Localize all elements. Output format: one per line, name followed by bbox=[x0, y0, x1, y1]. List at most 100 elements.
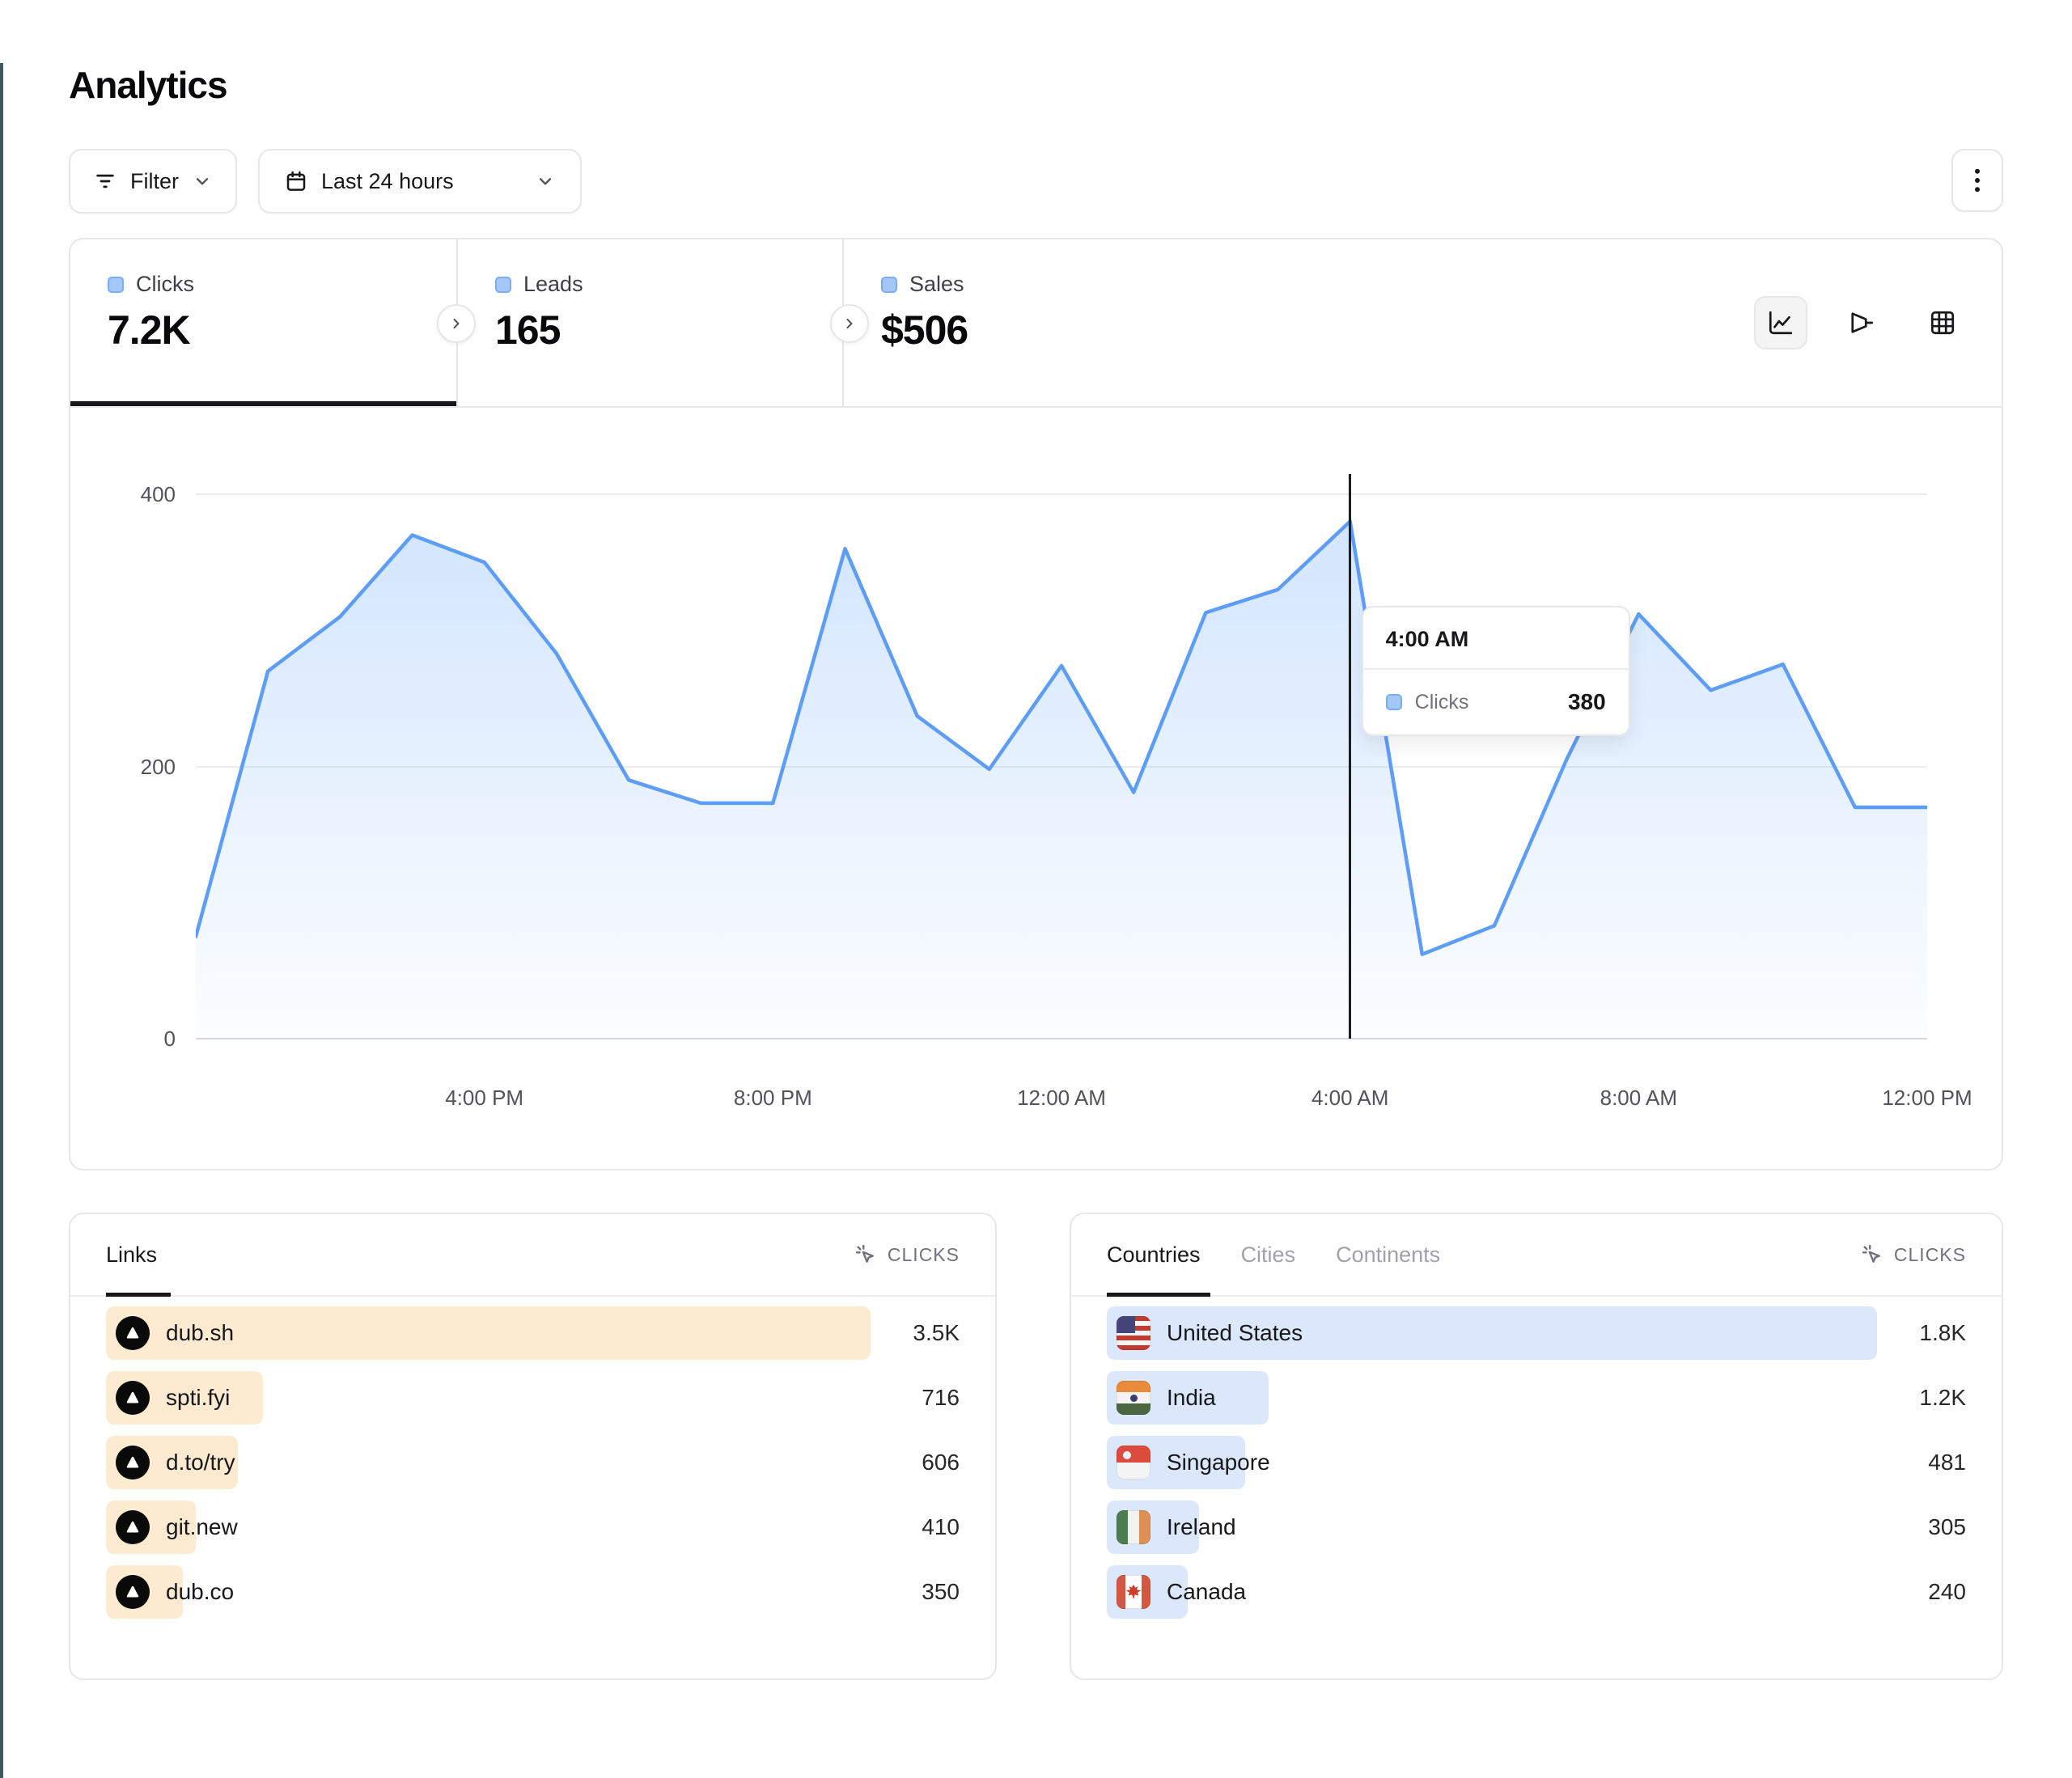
country-row[interactable]: Canada 240 bbox=[1107, 1565, 1966, 1619]
toolbar: Filter Last 24 hours bbox=[69, 149, 2003, 214]
stat-tab-sales[interactable]: Sales $506 bbox=[842, 239, 1228, 406]
row-value: 410 bbox=[871, 1514, 960, 1540]
date-range-button[interactable]: Last 24 hours bbox=[258, 149, 582, 214]
row-label: Singapore bbox=[1167, 1450, 1270, 1475]
row-value: 481 bbox=[1877, 1450, 1966, 1475]
link-row[interactable]: d.to/try 606 bbox=[106, 1436, 960, 1489]
stat-tab-clicks[interactable]: Clicks 7.2K bbox=[70, 239, 456, 406]
country-row[interactable]: India 1.2K bbox=[1107, 1371, 1966, 1425]
tab-links[interactable]: Links bbox=[106, 1242, 157, 1268]
metric-label: CLICKS bbox=[1894, 1244, 1966, 1266]
chart-tooltip: 4:00 AM Clicks 380 bbox=[1362, 606, 1630, 736]
x-axis-label: 4:00 PM bbox=[445, 1086, 523, 1111]
country-row[interactable]: United States 1.8K bbox=[1107, 1306, 1966, 1360]
line-chart-view-button[interactable] bbox=[1754, 296, 1807, 349]
leads-legend-swatch bbox=[495, 277, 511, 293]
funnel-chart-view-button[interactable] bbox=[1835, 296, 1888, 349]
link-row[interactable]: dub.co 350 bbox=[106, 1565, 960, 1619]
stat-value: $506 bbox=[881, 307, 1228, 353]
link-row[interactable]: dub.sh3.5K bbox=[106, 1306, 960, 1360]
stat-value: 7.2K bbox=[108, 307, 456, 353]
cursor-click-icon bbox=[1860, 1242, 1884, 1267]
sales-legend-swatch bbox=[881, 277, 897, 293]
x-axis-label: 8:00 AM bbox=[1600, 1086, 1677, 1111]
area-fill bbox=[196, 522, 1927, 1039]
row-value: 1.8K bbox=[1877, 1320, 1966, 1346]
table-grid-icon bbox=[1928, 308, 1957, 337]
dub-logo-icon bbox=[116, 1381, 150, 1415]
tooltip-series-label: Clicks bbox=[1415, 691, 1469, 714]
row-label: dub.co bbox=[166, 1579, 234, 1605]
tooltip-time-label: 4:00 AM bbox=[1363, 607, 1629, 670]
cursor-click-icon bbox=[854, 1242, 878, 1267]
chart-view-switcher bbox=[1754, 239, 1969, 406]
tab-cities[interactable]: Cities bbox=[1241, 1242, 1296, 1268]
stat-label: Sales bbox=[909, 272, 964, 297]
row-label: d.to/try bbox=[166, 1450, 235, 1475]
stat-label: Clicks bbox=[136, 272, 194, 297]
row-value: 305 bbox=[1877, 1514, 1966, 1540]
active-stat-underline bbox=[70, 401, 456, 406]
next-stat-chevron-button[interactable] bbox=[830, 304, 869, 343]
dub-logo-icon bbox=[116, 1510, 150, 1544]
ie-flag-icon bbox=[1117, 1510, 1150, 1544]
x-axis-label: 4:00 AM bbox=[1311, 1086, 1388, 1111]
countries-panel-header: Countries Cities Continents CLICKS bbox=[1071, 1214, 2002, 1297]
y-axis-label: 0 bbox=[103, 1026, 176, 1052]
chart-plot bbox=[196, 494, 1927, 1039]
table-view-button[interactable] bbox=[1916, 296, 1969, 349]
link-row[interactable]: git.new 410 bbox=[106, 1501, 960, 1554]
us-flag-icon bbox=[1117, 1316, 1150, 1350]
dub-logo-icon bbox=[116, 1446, 150, 1480]
dub-logo-icon bbox=[116, 1575, 150, 1609]
tab-continents[interactable]: Continents bbox=[1336, 1242, 1440, 1268]
countries-active-tab-underline bbox=[1107, 1293, 1210, 1297]
filter-button[interactable]: Filter bbox=[69, 149, 237, 214]
window-edge-divider bbox=[0, 63, 3, 1778]
stats-tab-row: Clicks 7.2K Leads 165 Sales $506 bbox=[70, 239, 2002, 408]
ca-flag-icon bbox=[1117, 1575, 1150, 1609]
metric-label: CLICKS bbox=[888, 1244, 960, 1266]
links-panel-header: Links CLICKS bbox=[70, 1214, 995, 1297]
tooltip-legend-swatch bbox=[1386, 694, 1402, 710]
country-row[interactable]: Ireland 305 bbox=[1107, 1501, 1966, 1554]
country-row[interactable]: Singapore 481 bbox=[1107, 1436, 1966, 1489]
row-value: 606 bbox=[871, 1450, 960, 1475]
tab-countries[interactable]: Countries bbox=[1107, 1242, 1201, 1268]
countries-metric-toggle[interactable]: CLICKS bbox=[1860, 1242, 1966, 1267]
page-title: Analytics bbox=[69, 63, 2003, 107]
y-axis-label: 400 bbox=[103, 481, 176, 507]
clicks-legend-swatch bbox=[108, 277, 124, 293]
line-chart-icon bbox=[1766, 308, 1795, 337]
row-label: Ireland bbox=[1167, 1514, 1236, 1540]
clicks-area-chart[interactable]: 0200400 4:00 AM Clicks 380 4:00 PM8:00 P… bbox=[70, 408, 2002, 1171]
chevron-down-icon bbox=[192, 171, 213, 192]
row-label: git.new bbox=[166, 1514, 238, 1540]
y-axis-label: 200 bbox=[103, 754, 176, 780]
tooltip-series-value: 380 bbox=[1568, 689, 1606, 715]
link-row[interactable]: spti.fyi 716 bbox=[106, 1371, 960, 1425]
chevron-down-icon bbox=[535, 171, 556, 192]
row-value: 716 bbox=[871, 1385, 960, 1411]
kebab-menu-icon bbox=[1965, 164, 1989, 197]
row-label: India bbox=[1167, 1385, 1216, 1411]
row-value: 1.2K bbox=[1877, 1385, 1966, 1411]
row-value: 240 bbox=[1877, 1579, 1966, 1605]
row-value: 350 bbox=[871, 1579, 960, 1605]
hover-crosshair-line bbox=[1349, 474, 1351, 1039]
filter-button-label: Filter bbox=[130, 169, 179, 194]
date-range-label: Last 24 hours bbox=[321, 169, 454, 194]
analytics-chart-card: Clicks 7.2K Leads 165 Sales $506 bbox=[69, 238, 2003, 1171]
in-flag-icon bbox=[1117, 1381, 1150, 1415]
row-label: Canada bbox=[1167, 1579, 1246, 1605]
more-options-button[interactable] bbox=[1951, 149, 2003, 212]
next-stat-chevron-button[interactable] bbox=[437, 304, 476, 343]
dub-logo-icon bbox=[116, 1316, 150, 1350]
countries-panel: Countries Cities Continents CLICKS Unite… bbox=[1070, 1213, 2003, 1680]
row-label: United States bbox=[1167, 1320, 1303, 1346]
links-metric-toggle[interactable]: CLICKS bbox=[854, 1242, 960, 1267]
row-label: spti.fyi bbox=[166, 1385, 230, 1411]
links-active-tab-underline bbox=[106, 1293, 171, 1297]
row-value: 3.5K bbox=[871, 1320, 960, 1346]
stat-tab-leads[interactable]: Leads 165 bbox=[456, 239, 842, 406]
